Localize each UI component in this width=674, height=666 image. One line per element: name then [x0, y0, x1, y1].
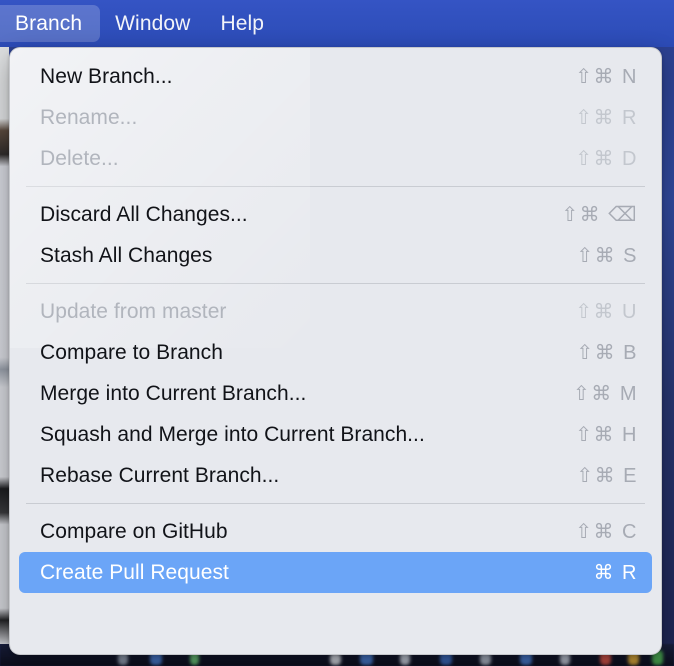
menu-item-shortcut: ⇧⌘ D: [575, 148, 638, 170]
menu-item-update-from-master: Update from master ⇧⌘ U: [19, 291, 652, 332]
menubar-item-window[interactable]: Window: [100, 5, 205, 42]
menu-item-shortcut: ⌘ R: [593, 562, 638, 584]
menu-item-stash-all-changes[interactable]: Stash All Changes ⇧⌘ S: [19, 235, 652, 276]
menu-item-compare-on-github[interactable]: Compare on GitHub ⇧⌘ C: [19, 511, 652, 552]
desktop-left-strip: [0, 47, 9, 644]
menu-item-rename: Rename... ⇧⌘ R: [19, 97, 652, 138]
menu-item-label: Rename...: [40, 105, 138, 129]
menu-item-create-pull-request[interactable]: Create Pull Request ⌘ R: [19, 552, 652, 593]
menubar-item-branch[interactable]: Branch: [0, 5, 101, 42]
branch-menu-panel: New Branch... ⇧⌘ N Rename... ⇧⌘ R Delete... ⇧…: [9, 47, 662, 655]
menu-bar: Branch Window Help: [0, 0, 674, 47]
menu-item-label: Compare to Branch: [40, 340, 223, 364]
menu-item-shortcut: ⇧⌘ E: [576, 465, 638, 487]
menu-item-label: Compare on GitHub: [40, 519, 228, 543]
menubar-item-help[interactable]: Help: [205, 5, 279, 42]
menu-item-label: Discard All Changes...: [40, 202, 248, 226]
menu-item-label: New Branch...: [40, 64, 173, 88]
menu-separator: [26, 503, 645, 504]
menu-separator: [26, 283, 645, 284]
menu-item-label: Create Pull Request: [40, 560, 229, 584]
menu-item-delete: Delete... ⇧⌘ D: [19, 138, 652, 179]
menu-item-shortcut: ⇧⌘ R: [575, 107, 638, 129]
menu-item-label: Stash All Changes: [40, 243, 213, 267]
menu-item-shortcut: ⇧⌘ H: [575, 424, 638, 446]
menu-item-shortcut: ⇧⌘ S: [576, 245, 638, 267]
menu-separator: [26, 186, 645, 187]
menubar-item-branch-label: Branch: [15, 11, 83, 35]
menu-item-discard-all-changes[interactable]: Discard All Changes... ⇧⌘ ⌫: [19, 194, 652, 235]
menu-item-label: Update from master: [40, 299, 227, 323]
menu-item-new-branch[interactable]: New Branch... ⇧⌘ N: [19, 56, 652, 97]
menu-item-shortcut: ⇧⌘ M: [573, 383, 638, 405]
menubar-item-window-label: Window: [115, 11, 191, 35]
menu-item-shortcut: ⇧⌘ C: [575, 521, 638, 543]
menu-item-shortcut: ⇧⌘ ⌫: [561, 204, 638, 226]
menu-item-rebase-current-branch[interactable]: Rebase Current Branch... ⇧⌘ E: [19, 455, 652, 496]
menu-item-label: Squash and Merge into Current Branch...: [40, 422, 425, 446]
menu-item-label: Delete...: [40, 146, 119, 170]
menu-item-label: Merge into Current Branch...: [40, 381, 307, 405]
menubar-item-help-label: Help: [220, 11, 265, 35]
menu-item-compare-to-branch[interactable]: Compare to Branch ⇧⌘ B: [19, 332, 652, 373]
menu-item-shortcut: ⇧⌘ U: [575, 301, 638, 323]
menu-item-merge-into-current-branch[interactable]: Merge into Current Branch... ⇧⌘ M: [19, 373, 652, 414]
menu-item-squash-and-merge-into-current-branch[interactable]: Squash and Merge into Current Branch... ⇧…: [19, 414, 652, 455]
menu-item-shortcut: ⇧⌘ N: [575, 66, 638, 88]
menu-item-label: Rebase Current Branch...: [40, 463, 280, 487]
menu-item-shortcut: ⇧⌘ B: [576, 342, 638, 364]
screen-root: Branch Window Help New Branch... ⇧⌘ N Rena…: [0, 0, 674, 666]
